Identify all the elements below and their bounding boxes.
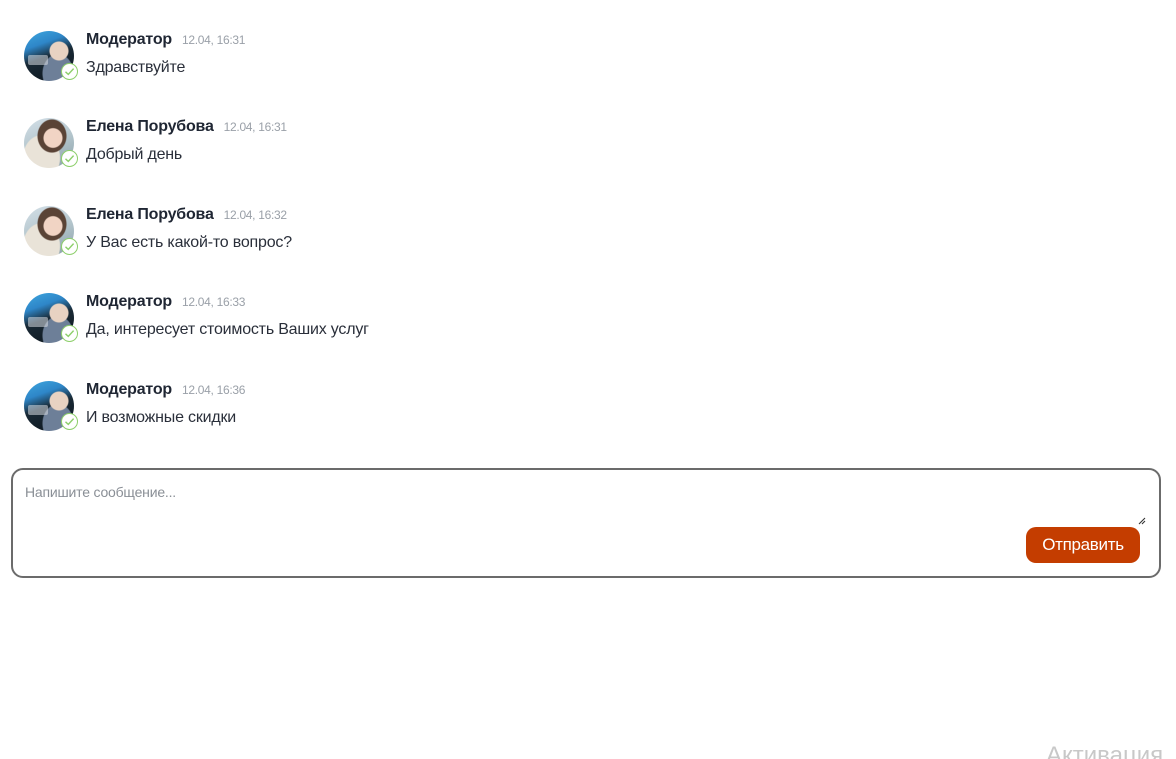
message-time: 12.04, 16:36 [182,383,246,397]
message-item: Модератор 12.04, 16:33 Да, интересует сто… [24,293,924,345]
message-text: Добрый день [86,146,183,163]
message-meta: Модератор 12.04, 16:33 [86,293,245,311]
message-text: Да, интересует стоимость Ваших услуг [86,321,369,338]
message-time: 12.04, 16:32 [223,208,287,222]
message-time: 12.04, 16:33 [182,295,246,309]
message-text: Здравствуйте [86,59,186,76]
verified-check-icon [61,413,78,430]
message-meta: Модератор 12.04, 16:36 [86,381,245,399]
resize-handle-icon[interactable] [1136,515,1146,525]
send-button[interactable]: Отправить [1026,527,1140,563]
message-text: У Вас есть какой-то вопрос? [86,234,292,251]
message-author: Модератор [86,293,172,310]
message-author: Елена Порубова [86,206,214,223]
message-item: Модератор 12.04, 16:36 И возможные скидки [24,381,924,433]
message-item: Модератор 12.04, 16:31 Здравствуйте [24,31,924,83]
verified-check-icon [61,150,78,167]
message-time: 12.04, 16:31 [223,120,287,134]
message-author: Елена Порубова [86,118,214,135]
message-meta: Елена Порубова 12.04, 16:31 [86,118,287,136]
message-author: Модератор [86,31,172,48]
verified-check-icon [61,63,78,80]
verified-check-icon [61,238,78,255]
message-composer: Отправить [11,468,1161,578]
activation-watermark: Активация [1046,742,1164,759]
message-item: Елена Порубова 12.04, 16:32 У Вас есть ка… [24,206,924,258]
verified-check-icon [61,325,78,342]
chat-page: Модератор 12.04, 16:31 Здравствуйте Елена… [0,0,1176,759]
message-meta: Модератор 12.04, 16:31 [86,31,245,49]
message-item: Елена Порубова 12.04, 16:31 Добрый день [24,118,924,170]
message-time: 12.04, 16:31 [182,33,246,47]
message-meta: Елена Порубова 12.04, 16:32 [86,206,287,224]
message-text: И возможные скидки [86,409,237,426]
message-author: Модератор [86,381,172,398]
message-input[interactable] [25,484,1145,524]
